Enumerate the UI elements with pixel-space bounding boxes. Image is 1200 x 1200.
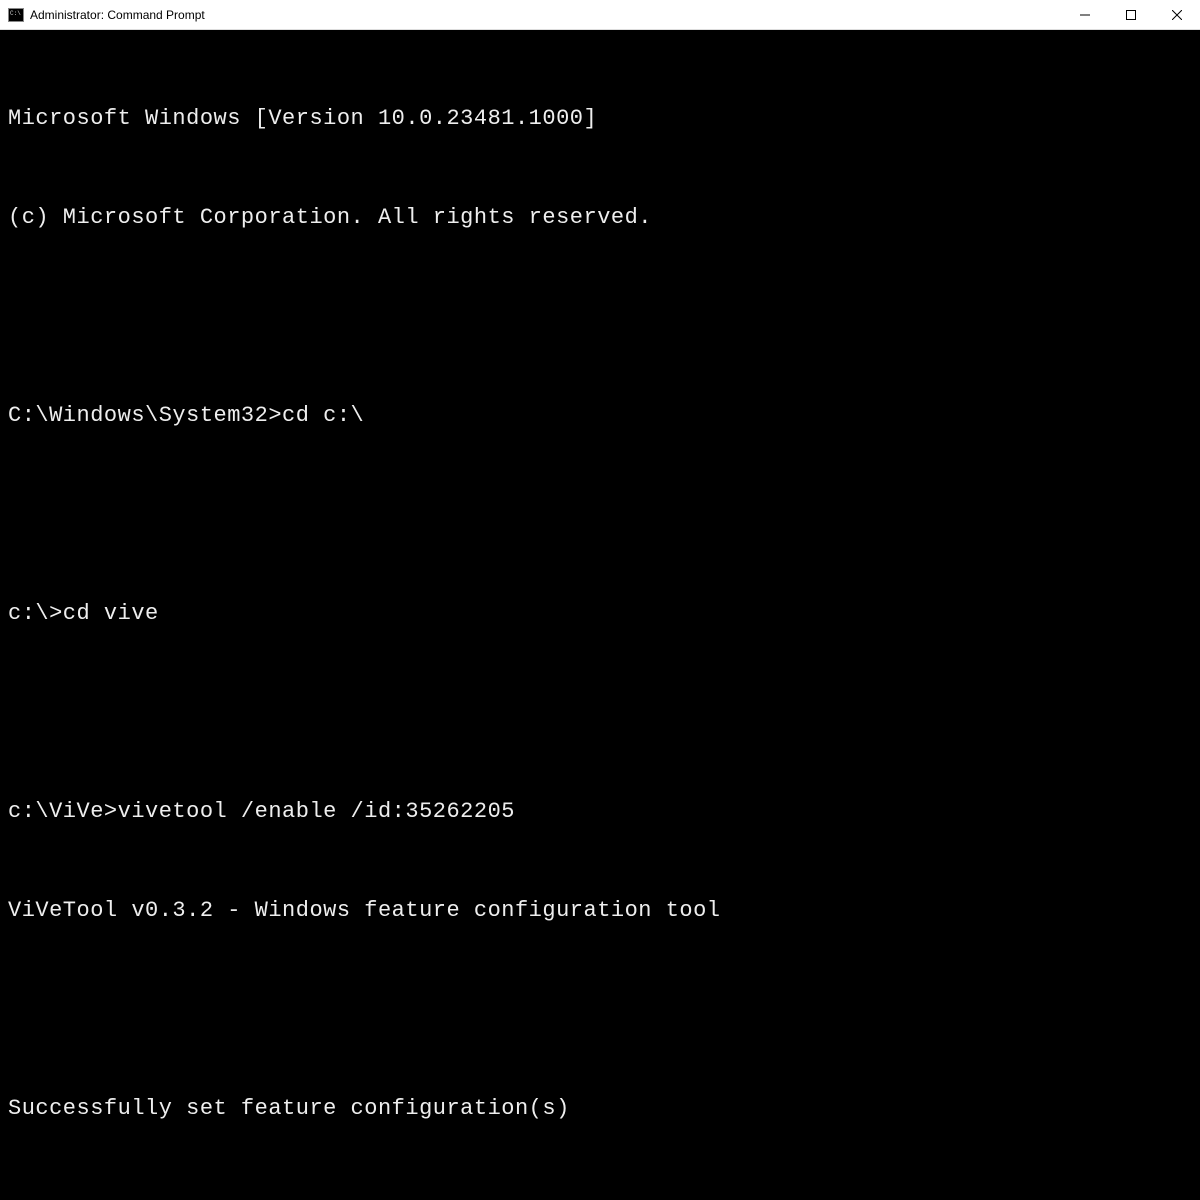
close-icon [1172, 10, 1182, 20]
minimize-icon [1080, 10, 1090, 20]
terminal-line [8, 498, 1192, 531]
terminal-line [8, 993, 1192, 1026]
terminal-line: ViVeTool v0.3.2 - Windows feature config… [8, 894, 1192, 927]
terminal-line: Successfully set feature configuration(s… [8, 1092, 1192, 1125]
window-controls [1062, 0, 1200, 29]
titlebar-left: Administrator: Command Prompt [0, 8, 205, 22]
terminal-line: Microsoft Windows [Version 10.0.23481.10… [8, 102, 1192, 135]
terminal-line [8, 300, 1192, 333]
close-button[interactable] [1154, 0, 1200, 29]
minimize-button[interactable] [1062, 0, 1108, 29]
maximize-icon [1126, 10, 1136, 20]
terminal-line [8, 1191, 1192, 1200]
terminal-line: c:\ViVe>vivetool /enable /id:35262205 [8, 795, 1192, 828]
titlebar: Administrator: Command Prompt [0, 0, 1200, 30]
maximize-button[interactable] [1108, 0, 1154, 29]
terminal-line [8, 696, 1192, 729]
cmd-icon [8, 8, 24, 22]
window-title: Administrator: Command Prompt [30, 8, 205, 22]
terminal-line: C:\Windows\System32>cd c:\ [8, 399, 1192, 432]
terminal-line: c:\>cd vive [8, 597, 1192, 630]
terminal-line: (c) Microsoft Corporation. All rights re… [8, 201, 1192, 234]
terminal-output[interactable]: Microsoft Windows [Version 10.0.23481.10… [0, 30, 1200, 1200]
